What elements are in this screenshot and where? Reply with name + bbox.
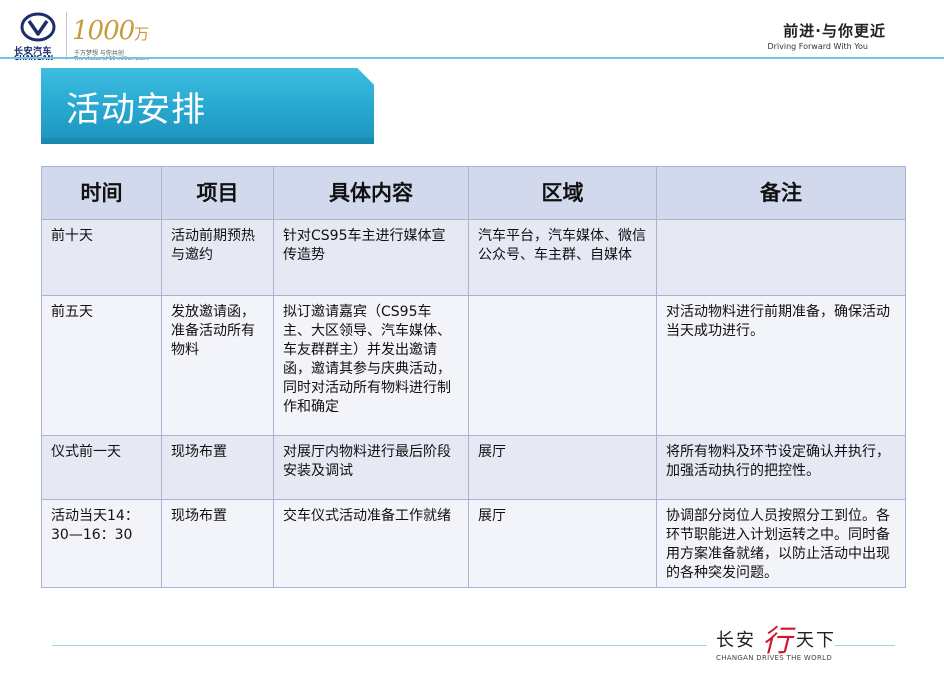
cell-content: 交车仪式活动准备工作就绪: [273, 499, 469, 588]
badge-unit: 万: [134, 25, 149, 43]
table-row: 前十天 活动前期预热与邀约 针对CS95车主进行媒体宣传造势 汽车平台，汽车媒体…: [41, 219, 906, 296]
changan-v-emblem-icon: [20, 12, 56, 42]
cell-area: 展厅: [468, 435, 657, 500]
footer-brand-left: 长安: [716, 630, 756, 651]
cell-content: 对展厅内物料进行最后阶段安装及调试: [273, 435, 469, 500]
slogan-chinese: 前进·与你更近: [783, 22, 886, 40]
slogan-english: Driving Forward With You: [767, 42, 868, 51]
column-header-content: 具体内容: [273, 166, 469, 220]
footer-brand-english: CHANGAN DRIVES THE WORLD: [716, 654, 833, 662]
cell-item: 现场布置: [161, 435, 274, 500]
logo-separator: [66, 12, 67, 60]
cell-item: 发放邀请函，准备活动所有物料: [161, 295, 274, 436]
column-header-time: 时间: [41, 166, 162, 220]
header-divider: [0, 57, 944, 59]
cell-notes: [656, 219, 906, 296]
table-row: 活动当天14：30—16：30 现场布置 交车仪式活动准备工作就绪 展厅 协调部…: [41, 499, 906, 588]
changan-logo: 长安汽车 CHANGAN 1000万 千万梦想 与你共创 The choice …: [14, 10, 164, 62]
page-title: 活动安排: [66, 90, 206, 130]
footer-divider-right: [835, 645, 895, 646]
table-row: 前五天 发放邀请函，准备活动所有物料 拟订邀请嘉宾（CS95车主、大区领导、汽车…: [41, 295, 906, 436]
cell-item: 活动前期预热与邀约: [161, 219, 274, 296]
table-header-row: 时间 项目 具体内容 区域 备注: [41, 166, 906, 220]
cell-content: 针对CS95车主进行媒体宣传造势: [273, 219, 469, 296]
cell-content: 拟订邀请嘉宾（CS95车主、大区领导、汽车媒体、车友群群主）并发出邀请函，邀请其…: [273, 295, 469, 436]
footer-divider-left: [52, 645, 707, 646]
cell-area: 汽车平台，汽车媒体、微信公众号、车主群、自媒体: [468, 219, 657, 296]
cell-notes: 对活动物料进行前期准备，确保活动当天成功进行。: [656, 295, 906, 436]
column-header-notes: 备注: [656, 166, 906, 220]
milestone-badge: 1000万: [72, 16, 149, 46]
cell-time: 活动当天14：30—16：30: [41, 499, 162, 588]
cell-area: [468, 295, 657, 436]
cell-item: 现场布置: [161, 499, 274, 588]
table-row: 仪式前一天 现场布置 对展厅内物料进行最后阶段安装及调试 展厅 将所有物料及环节…: [41, 435, 906, 500]
schedule-table: 时间 项目 具体内容 区域 备注 前十天 活动前期预热与邀约 针对CS95车主进…: [41, 166, 906, 588]
column-header-area: 区域: [468, 166, 657, 220]
cell-notes: 协调部分岗位人员按照分工到位。各环节职能进入计划运转之中。同时备用方案准备就绪，…: [656, 499, 906, 588]
badge-number: 1000: [72, 16, 135, 46]
cell-area: 展厅: [468, 499, 657, 588]
footer-brand-right: 天下: [796, 630, 836, 651]
cell-time: 前五天: [41, 295, 162, 436]
cell-time: 前十天: [41, 219, 162, 296]
cell-time: 仪式前一天: [41, 435, 162, 500]
footer-brand-logo: 长安 行 天下 CHANGAN DRIVES THE WORLD: [712, 620, 842, 668]
cell-notes: 将所有物料及环节设定确认并执行，加强活动执行的把控性。: [656, 435, 906, 500]
column-header-item: 项目: [161, 166, 274, 220]
